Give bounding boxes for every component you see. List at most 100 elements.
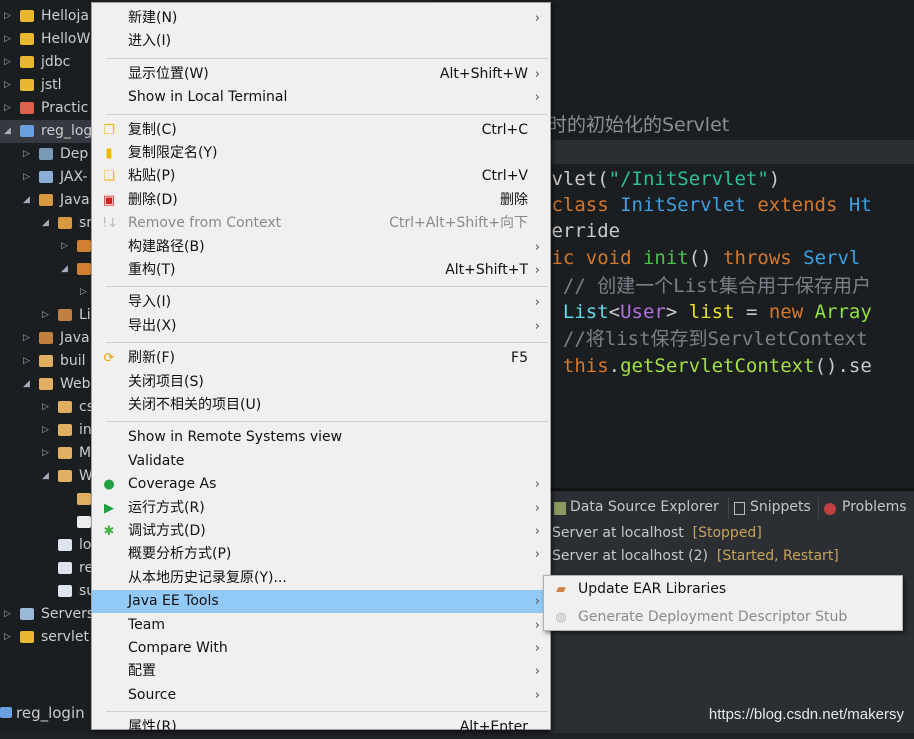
code-line: rvlet("/InitServlet") [540,166,780,192]
tab-snippets[interactable]: Snippets [750,499,811,515]
tree-item[interactable]: ▷ Java [0,327,92,350]
tree-item[interactable]: ▷ JAX- [0,166,92,189]
tree-item[interactable]: ▷ servlet [0,626,92,649]
menu-separator [106,342,548,344]
server-row[interactable]: Server at localhost [Stopped] [552,525,762,541]
tree-item[interactable]: ▷ HelloW [0,28,92,51]
collapsed-twisty-icon[interactable]: ▷ [4,603,11,626]
package-icon [77,240,91,252]
refresh-icon: ⟳ [103,351,115,367]
collapsed-twisty-icon[interactable]: ▷ [4,28,11,51]
menu-item[interactable]: ▰ Update EAR Libraries [544,578,902,601]
collapsed-twisty-icon[interactable]: ▷ [61,235,68,258]
menu-item[interactable]: ⟳ 刷新(F) F5 [92,347,550,370]
menu-separator [106,421,548,423]
code-token: //将list保存到ServletContext [540,328,868,350]
collapsed-twisty-icon[interactable]: ▷ [42,442,49,465]
menu-item[interactable]: 构建路径(B) › [92,236,550,259]
collapsed-twisty-icon[interactable]: ▷ [4,5,11,28]
collapsed-twisty-icon[interactable]: ▷ [80,281,87,304]
server-row[interactable]: Server at localhost (2) [Started, Restar… [552,548,839,564]
tree-item[interactable]: ▷ [0,235,92,258]
expanded-twisty-icon[interactable]: ◢ [4,120,11,143]
menu-item[interactable]: ✱ 调试方式(D) › [92,520,550,543]
menu-item[interactable]: 配置 › [92,660,550,683]
tree-item[interactable]: ◢ sr [0,212,92,235]
collapsed-twisty-icon[interactable]: ▷ [42,396,49,419]
tab-data-source-explorer[interactable]: Data Source Explorer [570,499,719,515]
tree-item[interactable]: ▷ Practic [0,97,92,120]
collapsed-twisty-icon[interactable]: ▷ [4,74,11,97]
menu-item[interactable]: Team › [92,614,550,637]
menu-item[interactable]: ▶ 运行方式(R) › [92,497,550,520]
tree-item[interactable]: ▷ jdbc [0,51,92,74]
collapsed-twisty-icon[interactable]: ▷ [23,350,30,373]
tree-item[interactable]: lo [0,534,92,557]
menu-item[interactable]: 导入(I) › [92,291,550,314]
tree-item[interactable]: ▷ buil [0,350,92,373]
tree-item[interactable]: ▷ Dep [0,143,92,166]
collapsed-twisty-icon[interactable]: ▷ [4,51,11,74]
tree-item[interactable] [0,511,92,534]
menu-item[interactable]: ▮ 复制限定名(Y) [92,142,550,165]
tree-item[interactable]: ▷ Helloja [0,5,92,28]
collapsed-twisty-icon[interactable]: ▷ [42,304,49,327]
tab-problems[interactable]: Problems [842,499,907,515]
menu-item-label: 重构(T) [128,262,176,278]
collapsed-twisty-icon[interactable]: ▷ [23,143,30,166]
menu-item[interactable]: ❏ 粘贴(P) Ctrl+V [92,165,550,188]
menu-item[interactable]: 导出(X) › [92,315,550,338]
menu-item[interactable]: Compare With › [92,637,550,660]
collapsed-twisty-icon[interactable]: ▷ [42,419,49,442]
menu-item[interactable]: 新建(N) › [92,7,550,30]
tree-item[interactable]: ▷ Li [0,304,92,327]
menu-item[interactable]: Source › [92,684,550,707]
tree-item-label: Java [60,192,90,208]
menu-item[interactable]: 概要分析方式(P) › [92,543,550,566]
menu-shortcut: Ctrl+Alt+Shift+向下 [389,215,528,232]
expanded-twisty-icon[interactable]: ◢ [42,212,49,235]
jsp-file-icon [58,585,72,597]
menu-item[interactable]: Validate [92,450,550,473]
tree-item[interactable]: ◢ [0,258,92,281]
collapsed-twisty-icon[interactable]: ▷ [4,626,11,649]
menu-item[interactable]: 重构(T) Alt+Shift+T › [92,259,550,282]
menu-item[interactable]: ● Coverage As › [92,473,550,496]
tree-item[interactable]: ▷ in [0,419,92,442]
tree-item-label: M [79,445,92,461]
menu-item[interactable]: 关闭项目(S) [92,371,550,394]
tree-item[interactable]: ▷ Servers [0,603,92,626]
menu-item[interactable]: 从本地历史记录复原(Y)... [92,567,550,590]
menu-item-label: Generate Deployment Descriptor Stub [578,609,848,625]
menu-item[interactable]: 进入(I) [92,30,550,53]
menu-item[interactable]: Java EE Tools › [92,590,550,614]
expanded-twisty-icon[interactable]: ◢ [23,189,30,212]
tree-item-label: lo [79,537,92,553]
tree-item[interactable]: re [0,557,92,580]
menu-item[interactable]: Show in Local Terminal › [92,86,550,109]
expanded-twisty-icon[interactable]: ◢ [42,465,49,488]
tree-item[interactable]: ◢ Java [0,189,92,212]
tree-item[interactable]: ▷ cs [0,396,92,419]
tree-item[interactable]: ◢ W [0,465,92,488]
expanded-twisty-icon[interactable]: ◢ [61,258,68,281]
tree-item[interactable]: ▷ M [0,442,92,465]
tree-item[interactable]: ◢ reg_logi [0,120,92,143]
tree-item[interactable]: ▷ [0,281,92,304]
menu-item[interactable]: 显示位置(W) Alt+Shift+W › [92,63,550,86]
collapsed-twisty-icon[interactable]: ▷ [23,166,30,189]
expanded-twisty-icon[interactable]: ◢ [23,373,30,396]
tree-item[interactable]: ▷ jstl [0,74,92,97]
copy-icon: ❐ [103,122,115,138]
menu-item[interactable]: 属性(R) Alt+Enter [92,716,550,739]
menu-shortcut: F5 [511,350,528,367]
collapsed-twisty-icon[interactable]: ▷ [4,97,11,120]
tree-item[interactable] [0,488,92,511]
menu-item[interactable]: 关闭不相关的项目(U) [92,394,550,417]
menu-item[interactable]: ▣ 删除(D) 删除 [92,189,550,212]
collapsed-twisty-icon[interactable]: ▷ [23,327,30,350]
menu-item[interactable]: ❐ 复制(C) Ctrl+C [92,119,550,142]
tree-item[interactable]: su [0,580,92,603]
tree-item[interactable]: ◢ Web [0,373,92,396]
menu-item[interactable]: Show in Remote Systems view [92,426,550,449]
